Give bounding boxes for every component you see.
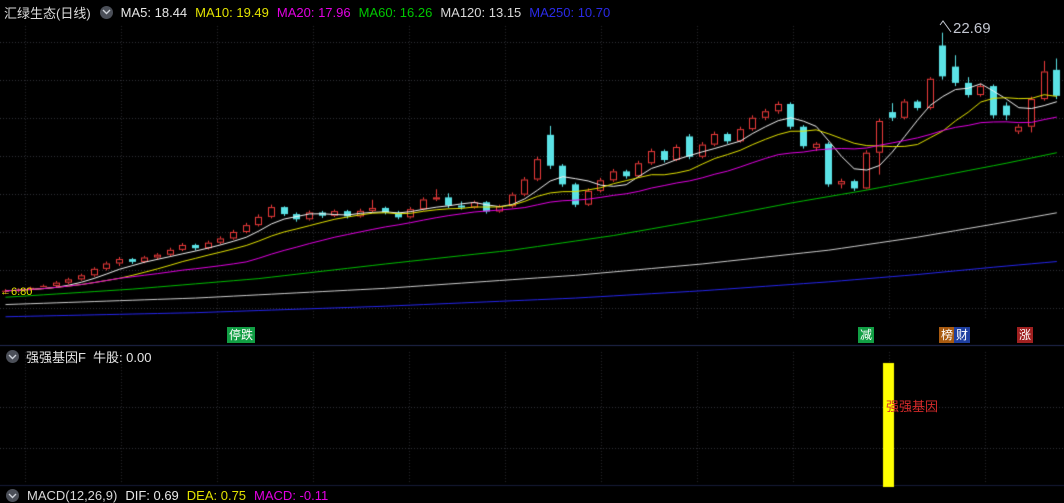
ma-value-MA120: MA120: 13.15 xyxy=(440,4,522,20)
base-price-annotation: ←6.80 xyxy=(0,286,33,298)
event-marker-badge: 涨 xyxy=(1017,327,1034,343)
signal-panel-title: 强强基因F xyxy=(26,350,86,365)
ma-value-MA20: MA20: 17.96 xyxy=(276,4,351,20)
event-marker-badge: 减 xyxy=(858,327,875,343)
event-marker-badge: 停跌 xyxy=(227,327,256,343)
macd-value-MACD: MACD: -0.11 xyxy=(254,488,329,503)
stock-chart-canvas[interactable] xyxy=(0,0,1064,498)
macd-panel-header: MACD(12,26,9) DIF: 0.69 DEA: 0.75 MACD: -0… xyxy=(6,488,328,503)
ma-value-MA250: MA250: 10.70 xyxy=(529,4,611,20)
stock-title: 汇绿生态(日线) xyxy=(4,5,91,21)
signal-text-label: 强强基因 xyxy=(886,399,939,414)
signal-panel-header: 强强基因F 牛股: 0.00 xyxy=(6,347,151,366)
chevron-down-circle-icon[interactable] xyxy=(6,350,19,363)
hook-arrow-icon xyxy=(939,20,952,33)
macd-indicator-name: MACD(12,26,9) xyxy=(27,488,118,503)
main-chart-header: 汇绿生态(日线) MA5: 18.44 MA10: 19.49 MA20: 17.9… xyxy=(4,3,610,21)
event-marker-badge: 榜 xyxy=(939,327,956,343)
event-marker-badge: 财 xyxy=(954,327,971,343)
chevron-down-circle-icon[interactable] xyxy=(6,489,19,502)
ma-value-MA10: MA10: 19.49 xyxy=(195,4,269,20)
ma-value-MA5: MA5: 18.44 xyxy=(120,4,188,20)
high-price-annotation: 22.69 xyxy=(939,20,991,37)
high-price-value: 22.69 xyxy=(953,20,991,37)
macd-value-DIF: DIF: 0.69 xyxy=(125,488,179,503)
macd-value-DEA: DEA: 0.75 xyxy=(186,488,247,503)
signal-panel-value: 牛股: 0.00 xyxy=(92,350,152,365)
chevron-down-circle-icon[interactable] xyxy=(99,5,113,19)
stock-app-window: { "header": { "title": "汇绿生态(日线)", "coll… xyxy=(0,0,1064,503)
macd-values: DIF: 0.69 DEA: 0.75 MACD: -0.11 xyxy=(125,488,328,503)
ma-values: MA5: 18.44 MA10: 19.49 MA20: 17.96 MA60: 16… xyxy=(121,5,611,20)
ma-value-MA60: MA60: 16.26 xyxy=(358,4,433,20)
